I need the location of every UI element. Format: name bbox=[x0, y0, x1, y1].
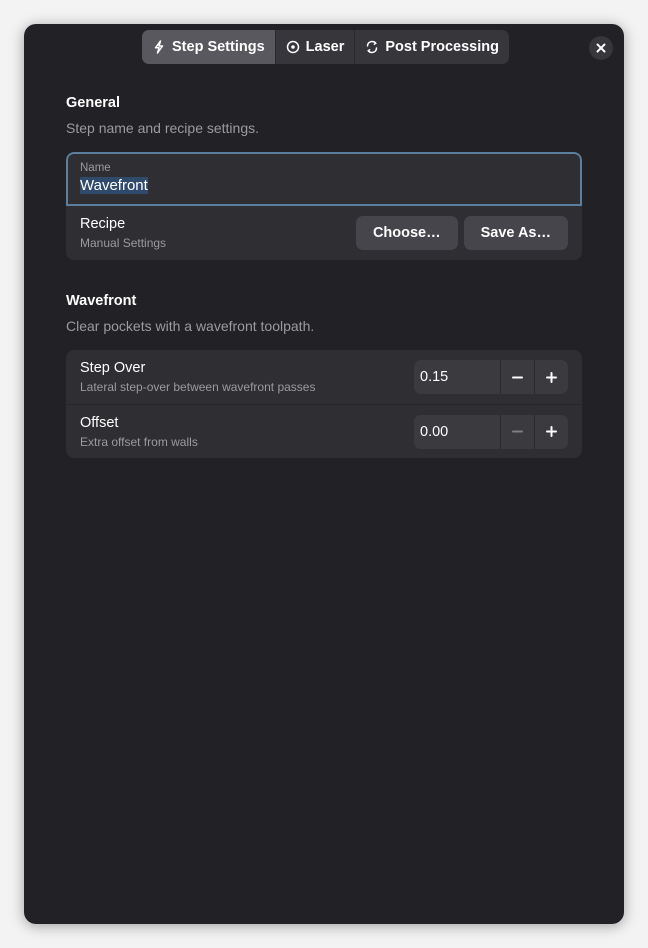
name-field-value[interactable]: Wavefront bbox=[80, 177, 568, 195]
wavefront-section: Wavefront Clear pockets with a wavefront… bbox=[66, 292, 582, 458]
step-over-row: Step Over Lateral step-over between wave… bbox=[66, 350, 582, 404]
general-group: Name Wavefront Recipe Manual Settings Ch… bbox=[66, 152, 582, 260]
minus-icon bbox=[512, 376, 523, 378]
step-over-spinbutton: 0.15 bbox=[414, 360, 568, 394]
wavefront-group: Step Over Lateral step-over between wave… bbox=[66, 350, 582, 458]
bolt-icon bbox=[154, 40, 164, 54]
offset-subtitle: Extra offset from walls bbox=[80, 434, 198, 449]
recipe-title: Recipe bbox=[80, 216, 126, 232]
offset-decrement-button bbox=[500, 414, 534, 449]
section-title: General bbox=[66, 95, 120, 111]
dialog-window: Step Settings Laser Post Processing Gene… bbox=[24, 24, 624, 924]
recipe-row: Recipe Manual Settings Choose… Save As… bbox=[66, 206, 582, 260]
settings-content: General Step name and recipe settings. N… bbox=[66, 94, 582, 458]
step-over-increment-button[interactable] bbox=[534, 360, 568, 394]
offset-spinbutton: 0.00 bbox=[414, 414, 568, 449]
step-over-input[interactable]: 0.15 bbox=[414, 360, 500, 394]
recipe-subtitle: Manual Settings bbox=[80, 236, 167, 250]
tab-label: Laser bbox=[305, 39, 345, 55]
name-selected-text: Wavefront bbox=[80, 177, 148, 194]
close-button[interactable] bbox=[589, 36, 613, 60]
step-over-subtitle: Lateral step-over between wavefront pass… bbox=[80, 380, 316, 394]
minus-icon bbox=[512, 430, 523, 433]
offset-title: Offset bbox=[80, 414, 119, 431]
save-as-button[interactable]: Save As… bbox=[463, 216, 568, 250]
offset-increment-button[interactable] bbox=[534, 414, 568, 449]
tab-label: Post Processing bbox=[385, 39, 499, 55]
offset-row: Offset Extra offset from walls 0.00 bbox=[66, 404, 582, 458]
offset-text: Offset Extra offset from walls bbox=[80, 414, 198, 450]
step-over-title: Step Over bbox=[80, 360, 146, 376]
post-process-icon bbox=[367, 40, 378, 54]
view-switcher: Step Settings Laser Post Processing bbox=[142, 30, 509, 64]
tab-label: Step Settings bbox=[172, 39, 265, 55]
name-field-label: Name bbox=[80, 162, 111, 174]
close-icon bbox=[596, 43, 606, 53]
section-title: Wavefront bbox=[66, 293, 137, 309]
choose-button[interactable]: Choose… bbox=[355, 216, 458, 250]
section-description: Step name and recipe settings. bbox=[66, 120, 260, 136]
name-field[interactable]: Name Wavefront bbox=[66, 152, 582, 206]
step-over-text: Step Over Lateral step-over between wave… bbox=[80, 359, 315, 395]
general-section: General Step name and recipe settings. N… bbox=[66, 94, 582, 260]
plus-icon bbox=[546, 426, 557, 437]
section-description: Clear pockets with a wavefront toolpath. bbox=[66, 318, 315, 334]
plus-icon bbox=[546, 371, 557, 383]
recipe-buttons: Choose… Save As… bbox=[355, 216, 568, 250]
step-over-decrement-button[interactable] bbox=[500, 360, 534, 394]
tab-step-settings[interactable]: Step Settings bbox=[142, 30, 276, 64]
recipe-text: Recipe Manual Settings bbox=[80, 215, 166, 251]
offset-input[interactable]: 0.00 bbox=[414, 415, 500, 449]
laser-target-icon bbox=[286, 40, 299, 54]
tab-laser[interactable]: Laser bbox=[276, 30, 356, 64]
tab-post-processing[interactable]: Post Processing bbox=[355, 30, 509, 64]
